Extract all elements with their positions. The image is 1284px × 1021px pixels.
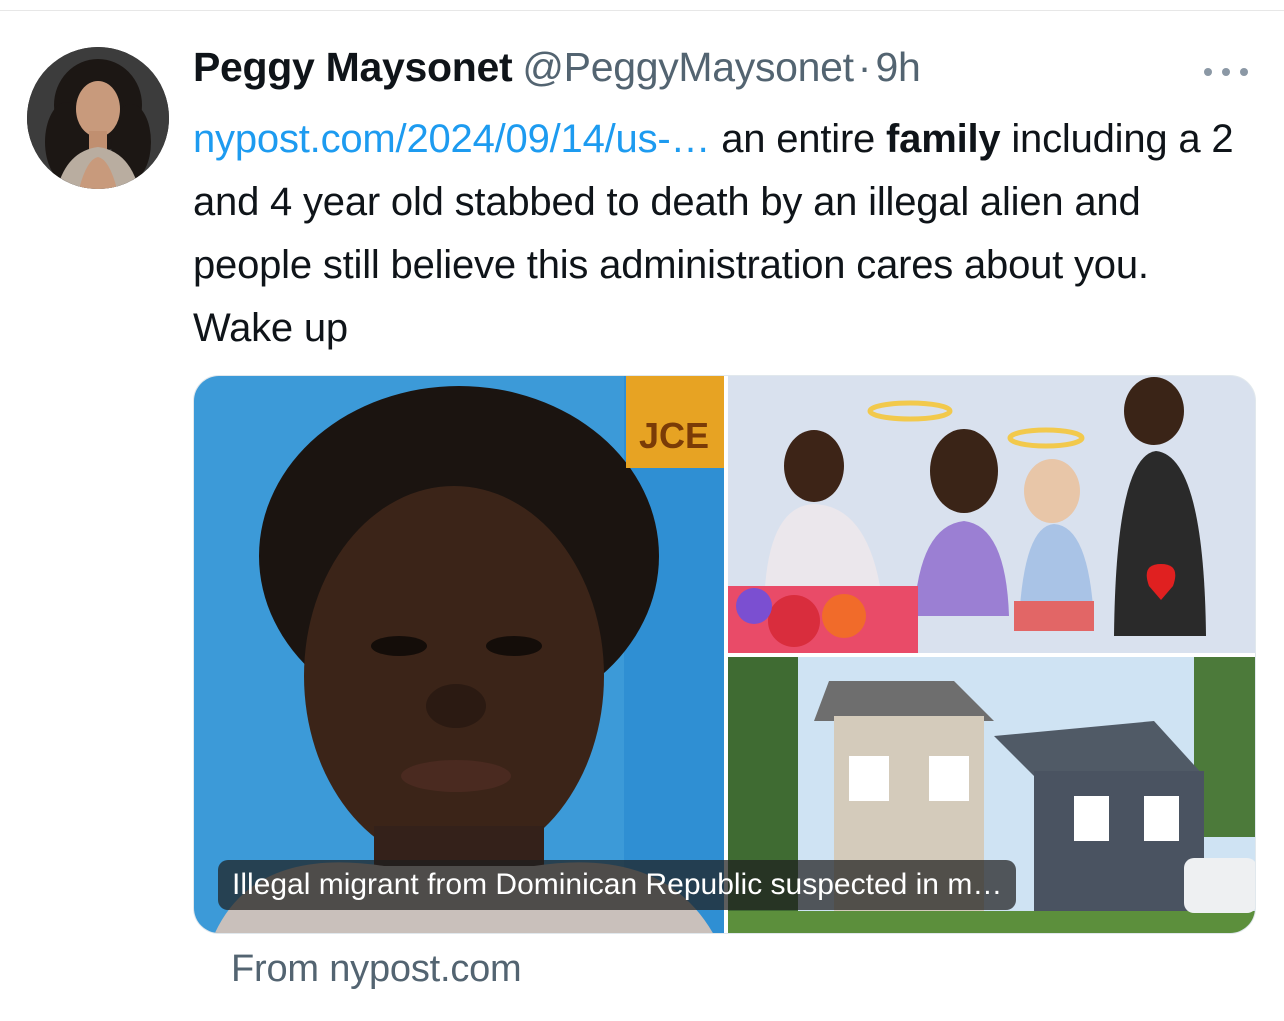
- more-dot: [1204, 68, 1212, 76]
- separator-dot: ·: [857, 44, 872, 90]
- user-handle[interactable]: @PeggyMaysonet: [522, 44, 854, 91]
- top-divider: [0, 10, 1284, 11]
- timestamp[interactable]: 9h: [875, 44, 920, 91]
- display-name[interactable]: Peggy Maysonet: [193, 44, 513, 91]
- id-photo: JCE: [194, 376, 726, 933]
- family-photo: [728, 376, 1255, 653]
- article-link[interactable]: nypost.com/2024/09/14/us-…: [193, 117, 711, 161]
- tweet-text-part: an entire: [710, 117, 887, 161]
- id-badge-text: JCE: [639, 415, 709, 456]
- tweet-header: Peggy Maysonet @PeggyMaysonet · 9h: [193, 44, 921, 100]
- avatar[interactable]: [27, 47, 169, 189]
- avatar-image: [27, 47, 169, 189]
- more-dot: [1222, 68, 1230, 76]
- card-image-collage: JCE: [194, 376, 1255, 933]
- link-card-media[interactable]: JCE: [193, 375, 1256, 934]
- more-horizontal-icon[interactable]: [1196, 60, 1256, 84]
- tweet-text: nypost.com/2024/09/14/us-… an entire fam…: [193, 108, 1243, 360]
- card-caption-text: Illegal migrant from Dominican Republic …: [232, 868, 1003, 901]
- more-dot: [1240, 68, 1248, 76]
- card-caption[interactable]: Illegal migrant from Dominican Republic …: [218, 860, 1017, 910]
- card-source[interactable]: From nypost.com: [231, 948, 522, 991]
- tweet-text-bold: family: [886, 117, 1001, 161]
